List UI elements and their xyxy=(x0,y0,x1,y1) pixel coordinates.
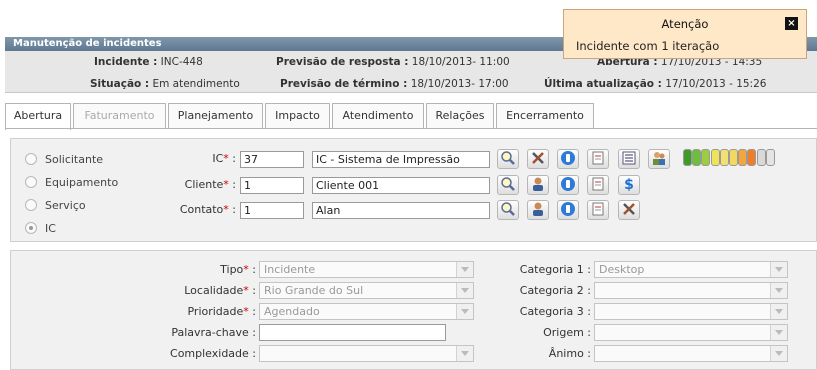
radio-equipamento[interactable]: Equipamento xyxy=(25,176,118,189)
list-icon-button[interactable] xyxy=(618,149,640,169)
tipo-label: Tipo* : xyxy=(220,263,256,276)
categoria2-select[interactable] xyxy=(594,282,788,299)
origem-select[interactable] xyxy=(594,324,788,341)
priority-segment xyxy=(738,149,748,166)
radio-circle[interactable] xyxy=(25,176,37,188)
categoria3-label: Categoria 3 : xyxy=(519,305,591,318)
tab-impacto[interactable]: Impacto xyxy=(265,103,330,128)
chevron-down-icon xyxy=(770,325,787,340)
ic-label: IC* : xyxy=(212,152,236,165)
tools-icon-button[interactable] xyxy=(618,200,640,220)
notification-toast: Atenção × Incidente com 1 iteração xyxy=(563,9,807,59)
chevron-down-icon xyxy=(770,346,787,361)
priority-segment xyxy=(692,149,702,166)
tab-relacoes[interactable]: Relações xyxy=(426,103,494,128)
dollar-icon-button[interactable]: $ xyxy=(618,175,640,195)
document-icon-button[interactable] xyxy=(587,149,609,169)
ic-code-input[interactable]: 37 xyxy=(240,151,304,168)
incidente-info: Incidente : INC-448 xyxy=(94,56,203,68)
users-icon-button[interactable] xyxy=(648,149,670,169)
previsao-resposta-info: Previsão de resposta : 18/10/2013- 11:00 xyxy=(276,56,510,68)
priority-segment xyxy=(756,149,766,166)
chevron-down-icon xyxy=(770,283,787,298)
svg-text:$: $ xyxy=(624,177,634,192)
priority-segment xyxy=(701,149,711,166)
tab-encerramento[interactable]: Encerramento xyxy=(496,103,594,128)
chevron-down-icon xyxy=(770,262,787,277)
radio-servico[interactable]: Serviço xyxy=(25,199,86,212)
tools-icon-button[interactable] xyxy=(527,149,549,169)
radio-ic[interactable]: IC xyxy=(25,222,56,235)
tab-faturamento: Faturamento xyxy=(73,103,166,128)
contato-description-input[interactable]: Alan xyxy=(312,202,490,219)
prioridade-select[interactable]: Agendado xyxy=(259,303,474,320)
radio-solicitante[interactable]: Solicitante xyxy=(25,153,103,166)
priority-segment xyxy=(719,149,729,166)
contato-code-input[interactable]: 1 xyxy=(240,202,304,219)
info-icon-button[interactable] xyxy=(557,200,579,220)
person-icon-button[interactable] xyxy=(527,200,549,220)
search-icon-button[interactable] xyxy=(497,175,519,195)
priority-segment xyxy=(683,149,692,166)
previsao-termino-info: Previsão de término : 18/10/2013- 17:00 xyxy=(280,78,509,90)
search-icon-button[interactable] xyxy=(497,200,519,220)
priority-segment xyxy=(747,149,757,166)
toast-message: Incidente com 1 iteração xyxy=(576,39,720,53)
document-icon-button[interactable] xyxy=(587,200,609,220)
palavra-chave-input[interactable] xyxy=(259,324,446,341)
document-icon-button[interactable] xyxy=(587,175,609,195)
info-icon-button[interactable] xyxy=(557,175,579,195)
tab-planejamento[interactable]: Planejamento xyxy=(168,103,263,128)
palavra-chave-label: Palavra-chave : xyxy=(171,326,256,339)
categoria1-select[interactable]: Desktop xyxy=(594,261,788,278)
chevron-down-icon xyxy=(770,304,787,319)
situacao-info: Situação : Em atendimento xyxy=(90,78,240,90)
ic-description-input[interactable]: IC - Sistema de Impressão xyxy=(312,151,490,168)
origem-label: Origem : xyxy=(543,326,591,339)
categoria3-select[interactable] xyxy=(594,303,788,320)
contato-label: Contato* : xyxy=(179,203,236,216)
priority-segment xyxy=(765,149,775,166)
toast-title: Atenção xyxy=(661,17,709,31)
radio-circle[interactable] xyxy=(25,153,37,165)
person-icon-button[interactable] xyxy=(527,175,549,195)
priority-segment xyxy=(710,149,720,166)
categoria2-label: Categoria 2 : xyxy=(519,284,591,297)
cliente-code-input[interactable]: 1 xyxy=(240,177,304,194)
prioridade-label: Prioridade* : xyxy=(187,305,256,318)
radio-circle[interactable] xyxy=(25,199,37,211)
cliente-description-input[interactable]: Cliente 001 xyxy=(312,177,490,194)
priority-segment xyxy=(729,149,738,166)
close-icon[interactable]: × xyxy=(785,17,798,30)
info-icon-button[interactable] xyxy=(557,149,579,169)
tab-atendimento[interactable]: Atendimento xyxy=(332,103,424,128)
complexidade-label: Complexidade : xyxy=(170,347,256,360)
cliente-label: Cliente* : xyxy=(184,178,236,191)
localidade-select[interactable]: Rio Grande do Sul xyxy=(259,282,474,299)
animo-label: Ânimo : xyxy=(548,347,591,360)
tab-divider xyxy=(5,128,817,129)
animo-select[interactable] xyxy=(594,345,788,362)
complexidade-select[interactable] xyxy=(259,345,474,362)
radio-circle-checked[interactable] xyxy=(25,222,37,234)
tab-abertura[interactable]: Abertura xyxy=(5,103,71,130)
localidade-label: Localidade* : xyxy=(184,284,256,297)
ultima-atualizacao-info: Última atualização : 17/10/2013 - 15:26 xyxy=(544,78,767,90)
search-icon-button[interactable] xyxy=(497,149,519,169)
tipo-select[interactable]: Incidente xyxy=(259,261,474,278)
categoria1-label: Categoria 1 : xyxy=(519,263,591,276)
